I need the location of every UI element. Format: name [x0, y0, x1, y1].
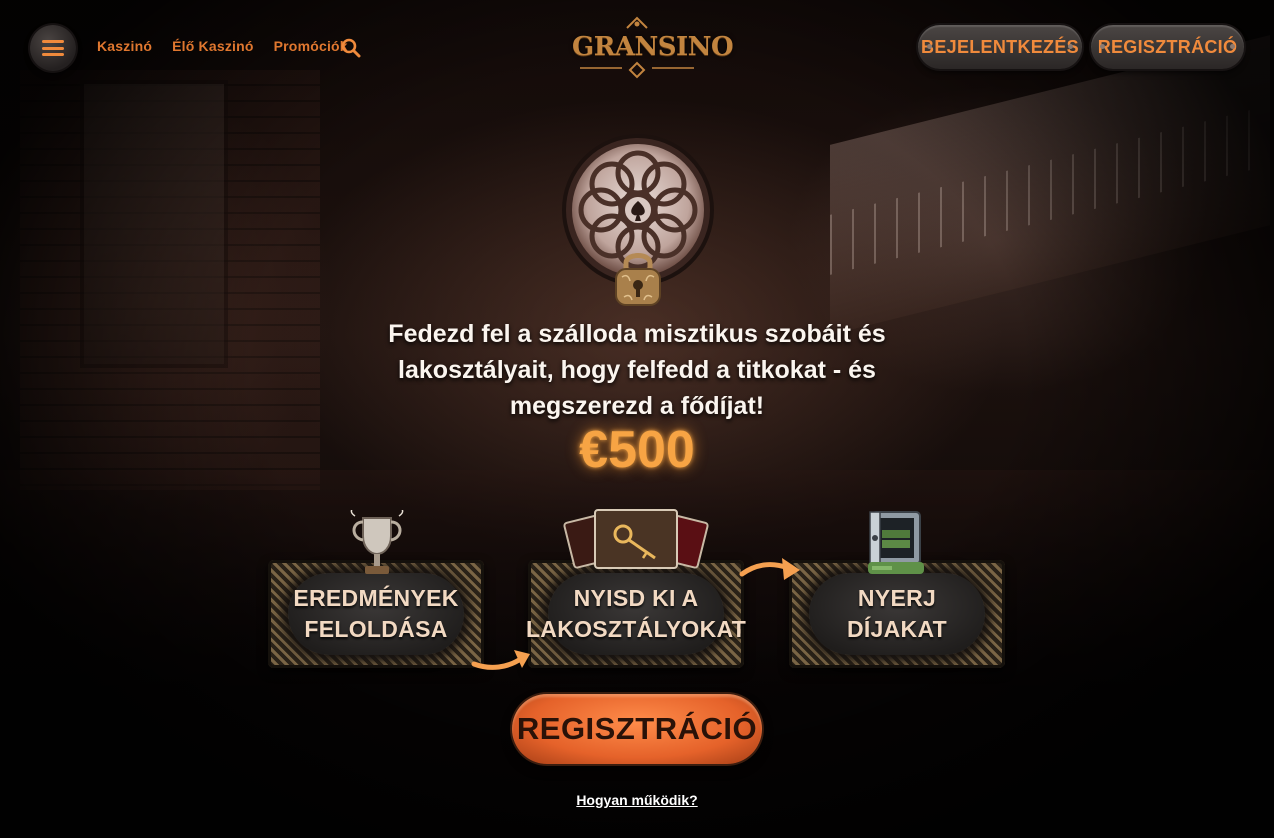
- how-it-works-link[interactable]: Hogyan működik?: [537, 792, 737, 808]
- trophy-icon: [350, 510, 404, 574]
- safe-icon: [868, 511, 924, 574]
- rivet-icon: [1100, 44, 1105, 49]
- register-cta-button[interactable]: REGISZTRÁCIÓ: [512, 694, 762, 764]
- step-plate: NYERJ DÍJAKAT: [809, 573, 985, 655]
- nav-link-promotions[interactable]: Promóciók: [274, 38, 348, 54]
- logo-wordmark: GRANSINO: [572, 32, 734, 62]
- prize-amount: €500: [579, 421, 695, 479]
- step-label: NYERJ DÍJAKAT: [846, 585, 948, 642]
- register-button[interactable]: REGISZTRÁCIÓ: [1091, 25, 1244, 69]
- step-plate: EREDMÉNYEK FELOLDÁSA: [288, 573, 464, 655]
- cards-icon: [563, 509, 709, 569]
- menu-button[interactable]: [30, 25, 76, 71]
- login-label: BEJELENTKEZÉS: [921, 36, 1079, 57]
- brand-logo[interactable]: GRANSINO: [572, 16, 734, 80]
- search-icon[interactable]: [341, 38, 361, 58]
- nav-link-live-casino[interactable]: Élő Kaszinó: [172, 38, 254, 54]
- step-label: EREDMÉNYEK FELOLDÁSA: [293, 585, 459, 642]
- login-button[interactable]: BEJELENTKEZÉS: [918, 25, 1082, 69]
- step-plate: NYISD KI A LAKOSZTÁLYOKAT: [526, 573, 746, 655]
- step-open-suites: NYISD KI A LAKOSZTÁLYOKAT: [526, 560, 746, 668]
- step-label: NYISD KI A LAKOSZTÁLYOKAT: [525, 585, 747, 642]
- arrow-right-icon: [471, 650, 530, 670]
- hamburger-icon: [42, 40, 64, 56]
- rivet-icon: [927, 44, 932, 49]
- arrow-right-icon: [739, 558, 800, 580]
- rivet-icon: [1230, 44, 1235, 49]
- rivet-icon: [1068, 44, 1073, 49]
- register-label: REGISZTRÁCIÓ: [1097, 36, 1238, 57]
- main-nav: Kaszinó Élő Kaszinó Promóciók: [97, 38, 348, 54]
- padlock-icon: [615, 253, 661, 306]
- nav-link-casino[interactable]: Kaszinó: [97, 38, 152, 54]
- hero-headline: Fedezd fel a szálloda misztikus szobáit …: [388, 320, 886, 420]
